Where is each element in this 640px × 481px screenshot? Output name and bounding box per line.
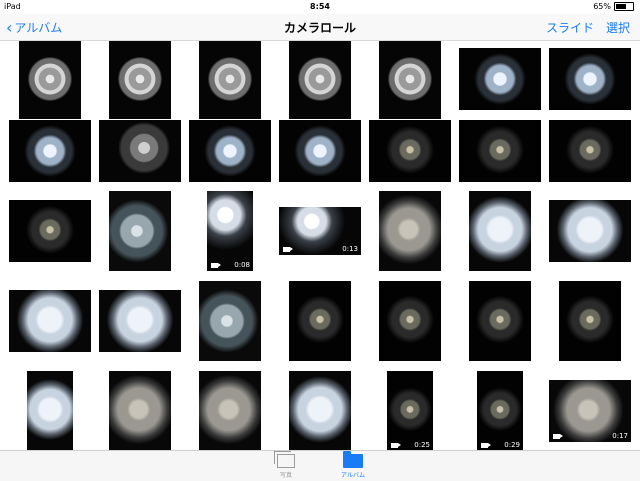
battery-icon	[614, 2, 634, 11]
photos-icon	[274, 451, 295, 468]
photo-thumbnail[interactable]	[459, 120, 541, 182]
clock: 8:54	[310, 2, 330, 11]
photo-thumbnail[interactable]	[379, 41, 441, 119]
tab-photos[interactable]: 写真	[266, 451, 306, 479]
video-thumbnail[interactable]: 0:29	[477, 371, 523, 450]
photo-thumbnail[interactable]	[559, 281, 621, 361]
video-camera-icon	[481, 443, 491, 448]
video-duration: 0:25	[414, 441, 430, 449]
select-button[interactable]: 選択	[606, 19, 630, 36]
video-thumbnail[interactable]: 0:08	[207, 191, 253, 271]
photo-thumbnail[interactable]	[109, 191, 171, 271]
page-title: カメラロール	[283, 21, 356, 35]
photo-thumbnail[interactable]	[379, 191, 441, 271]
photo-thumbnail[interactable]	[99, 290, 181, 352]
navigation-bar: ‹ アルバム カメラロール スライド 選択	[0, 14, 640, 41]
photo-thumbnail[interactable]	[369, 120, 451, 182]
status-bar: iPad 8:54 65%	[0, 0, 640, 14]
photo-thumbnail[interactable]	[199, 371, 261, 450]
photo-thumbnail[interactable]	[199, 41, 261, 119]
photo-thumbnail[interactable]	[189, 120, 271, 182]
video-camera-icon	[283, 247, 293, 252]
photo-thumbnail[interactable]	[469, 281, 531, 361]
photo-thumbnail[interactable]	[289, 281, 351, 361]
photo-thumbnail[interactable]	[19, 41, 81, 119]
video-duration: 0:17	[612, 432, 628, 440]
video-duration: 0:13	[342, 245, 358, 253]
status-right: 65%	[593, 2, 634, 11]
tab-albums[interactable]: アルバム	[333, 451, 373, 479]
photo-thumbnail[interactable]	[9, 120, 91, 182]
tab-photos-label: 写真	[279, 472, 292, 479]
photo-thumbnail[interactable]	[469, 191, 531, 271]
video-thumbnail[interactable]: 0:25	[387, 371, 433, 450]
photo-thumbnail[interactable]	[109, 371, 171, 450]
video-camera-icon	[391, 443, 401, 448]
tab-bar: 写真 アルバム	[0, 450, 640, 481]
photo-thumbnail[interactable]	[379, 281, 441, 361]
battery-percent: 65%	[593, 2, 611, 11]
video-camera-icon	[211, 263, 221, 268]
video-camera-icon	[553, 434, 563, 439]
video-thumbnail[interactable]: 0:17	[549, 380, 631, 442]
photo-thumbnail[interactable]	[279, 120, 361, 182]
photo-thumbnail[interactable]	[109, 41, 171, 119]
photo-thumbnail[interactable]	[289, 41, 351, 119]
video-duration: 0:29	[504, 441, 520, 449]
tab-albums-label: アルバム	[341, 472, 365, 479]
photo-thumbnail[interactable]	[549, 48, 631, 110]
photo-thumbnail[interactable]	[99, 120, 181, 182]
video-duration: 0:08	[234, 261, 250, 269]
photo-thumbnail[interactable]	[549, 200, 631, 262]
photo-thumbnail[interactable]	[9, 200, 91, 262]
photo-thumbnail[interactable]	[289, 371, 351, 450]
photo-thumbnail[interactable]	[549, 120, 631, 182]
photo-thumbnail[interactable]	[199, 281, 261, 361]
albums-icon	[343, 451, 363, 468]
photo-thumbnail[interactable]	[459, 48, 541, 110]
photo-grid[interactable]: 0:08 0:13 0:25 0:29 0:17	[0, 41, 640, 450]
slideshow-button[interactable]: スライド	[546, 19, 594, 36]
video-thumbnail[interactable]: 0:13	[279, 207, 361, 255]
photo-thumbnail[interactable]	[27, 371, 73, 450]
photo-thumbnail[interactable]	[9, 290, 91, 352]
